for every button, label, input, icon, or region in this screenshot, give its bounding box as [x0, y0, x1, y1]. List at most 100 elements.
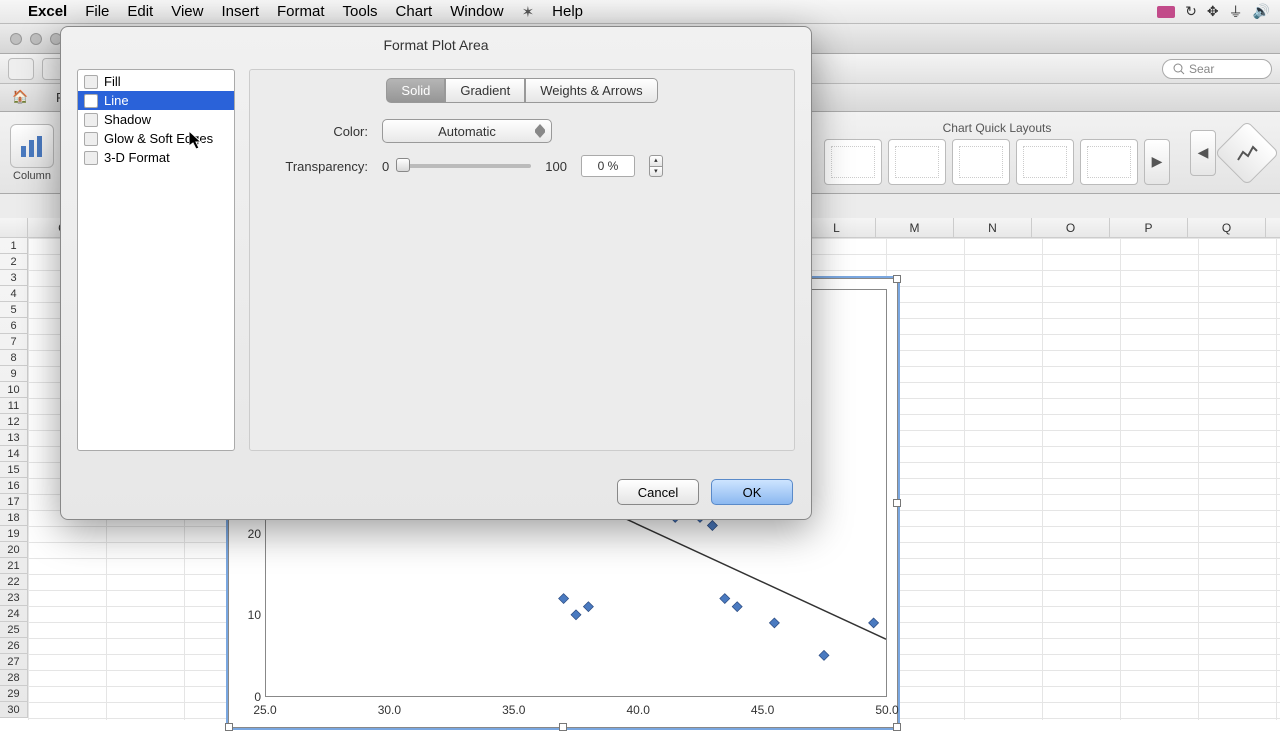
transparency-stepper[interactable]: ▴▾ — [649, 155, 663, 177]
row-header[interactable]: 23 — [0, 590, 27, 606]
menu-help[interactable]: Help — [552, 3, 583, 20]
layouts-next-button[interactable]: ▶ — [1144, 139, 1170, 185]
row-header[interactable]: 12 — [0, 414, 27, 430]
row-header[interactable]: 14 — [0, 446, 27, 462]
layout-thumb-5[interactable] — [1080, 139, 1138, 185]
row-header[interactable]: 24 — [0, 606, 27, 622]
menu-chart[interactable]: Chart — [396, 3, 433, 20]
wifi-icon[interactable]: ⏚ — [1229, 2, 1243, 22]
row-header[interactable]: 25 — [0, 622, 27, 638]
row-header[interactable]: 29 — [0, 686, 27, 702]
tab-solid[interactable]: Solid — [386, 78, 445, 103]
transparency-row: Transparency: 0 100 0 % ▴▾ — [250, 149, 794, 183]
row-header[interactable]: 22 — [0, 574, 27, 590]
sidebar-item-3d[interactable]: 3-D Format — [78, 148, 234, 167]
row-header[interactable]: 10 — [0, 382, 27, 398]
app-name[interactable]: Excel — [28, 3, 67, 20]
segmented-tabs: Solid Gradient Weights & Arrows — [250, 70, 794, 113]
row-header[interactable]: 3 — [0, 270, 27, 286]
menu-view[interactable]: View — [171, 3, 203, 20]
timemachine-icon[interactable]: ↻ — [1185, 3, 1197, 20]
col-header[interactable]: M — [876, 218, 954, 237]
mouse-cursor-icon — [189, 131, 205, 151]
row-header[interactable]: 6 — [0, 318, 27, 334]
row-header[interactable]: 26 — [0, 638, 27, 654]
row-header[interactable]: 30 — [0, 702, 27, 718]
menu-tools[interactable]: Tools — [343, 3, 378, 20]
row-header[interactable]: 27 — [0, 654, 27, 670]
ok-button[interactable]: OK — [711, 479, 793, 505]
row-header[interactable]: 7 — [0, 334, 27, 350]
step-down-icon[interactable]: ▾ — [649, 166, 663, 178]
menu-file[interactable]: File — [85, 3, 109, 20]
sidebar-item-fill[interactable]: Fill — [78, 72, 234, 91]
sidebar-item-shadow[interactable]: Shadow — [78, 110, 234, 129]
fill-icon — [84, 75, 98, 89]
row-header[interactable]: 1 — [0, 238, 27, 254]
col-header[interactable]: Q — [1188, 218, 1266, 237]
sidebar-item-line[interactable]: Line — [78, 91, 234, 110]
slider-thumb[interactable] — [396, 158, 410, 172]
cancel-button[interactable]: Cancel — [617, 479, 699, 505]
line-icon — [84, 94, 98, 108]
row-header[interactable]: 5 — [0, 302, 27, 318]
search-input[interactable]: Sear — [1162, 59, 1272, 79]
home-tab-icon[interactable]: 🏠 — [12, 89, 30, 107]
quick-layouts-section: Chart Quick Layouts ▶ — [824, 121, 1170, 185]
step-up-icon[interactable]: ▴ — [649, 155, 663, 166]
tab-weights-arrows[interactable]: Weights & Arrows — [525, 78, 657, 103]
sync-icon[interactable]: ✥ — [1207, 3, 1219, 20]
layout-thumb-4[interactable] — [1016, 139, 1074, 185]
color-row: Color: Automatic — [250, 113, 794, 149]
layout-thumb-2[interactable] — [888, 139, 946, 185]
column-chart-label: Column — [13, 170, 51, 182]
col-header[interactable]: N — [954, 218, 1032, 237]
row-header[interactable]: 4 — [0, 286, 27, 302]
dialog-title: Format Plot Area — [61, 27, 811, 59]
qa-btn-1[interactable] — [8, 58, 34, 80]
row-header[interactable]: 9 — [0, 366, 27, 382]
tab-gradient[interactable]: Gradient — [445, 78, 525, 103]
shadow-icon — [84, 113, 98, 127]
status-icon[interactable] — [1157, 6, 1175, 18]
row-header[interactable]: 16 — [0, 478, 27, 494]
layout-thumb-3[interactable] — [952, 139, 1010, 185]
menu-insert[interactable]: Insert — [221, 3, 259, 20]
menu-edit[interactable]: Edit — [127, 3, 153, 20]
slider-max: 100 — [545, 159, 567, 174]
x-axis-labels: 25.030.035.040.045.050.0 — [265, 703, 887, 723]
row-header[interactable]: 17 — [0, 494, 27, 510]
script-menu-icon[interactable]: ✶ — [522, 3, 535, 21]
row-header[interactable]: 18 — [0, 510, 27, 526]
quick-layouts-row: ▶ — [824, 139, 1170, 185]
format-plot-area-dialog: Format Plot Area Fill Line Shadow Glow &… — [60, 26, 812, 520]
ribbon-group-column: Column — [10, 124, 54, 182]
menu-format[interactable]: Format — [277, 3, 325, 20]
search-placeholder: Sear — [1189, 62, 1214, 76]
threed-icon — [84, 151, 98, 165]
menu-window[interactable]: Window — [450, 3, 503, 20]
traffic-lights[interactable] — [10, 33, 62, 45]
row-header[interactable]: 15 — [0, 462, 27, 478]
sparkline-button[interactable] — [1214, 120, 1279, 185]
search-icon — [1173, 63, 1185, 75]
row-header[interactable]: 21 — [0, 558, 27, 574]
sidebar-item-glow[interactable]: Glow & Soft Edges — [78, 129, 234, 148]
row-header[interactable]: 8 — [0, 350, 27, 366]
row-header[interactable]: 11 — [0, 398, 27, 414]
row-header[interactable]: 19 — [0, 526, 27, 542]
nav-prev-button[interactable]: ◀ — [1190, 130, 1216, 176]
row-header[interactable]: 28 — [0, 670, 27, 686]
layout-thumb-1[interactable] — [824, 139, 882, 185]
row-header[interactable]: 20 — [0, 542, 27, 558]
row-header[interactable]: 13 — [0, 430, 27, 446]
transparency-slider[interactable] — [403, 164, 531, 168]
column-chart-button[interactable] — [10, 124, 54, 168]
col-header[interactable]: O — [1032, 218, 1110, 237]
col-header[interactable]: P — [1110, 218, 1188, 237]
glow-icon — [84, 132, 98, 146]
color-select[interactable]: Automatic — [382, 119, 552, 143]
volume-icon[interactable]: 🔊 — [1253, 3, 1270, 20]
transparency-value[interactable]: 0 % — [581, 155, 635, 177]
row-header[interactable]: 2 — [0, 254, 27, 270]
